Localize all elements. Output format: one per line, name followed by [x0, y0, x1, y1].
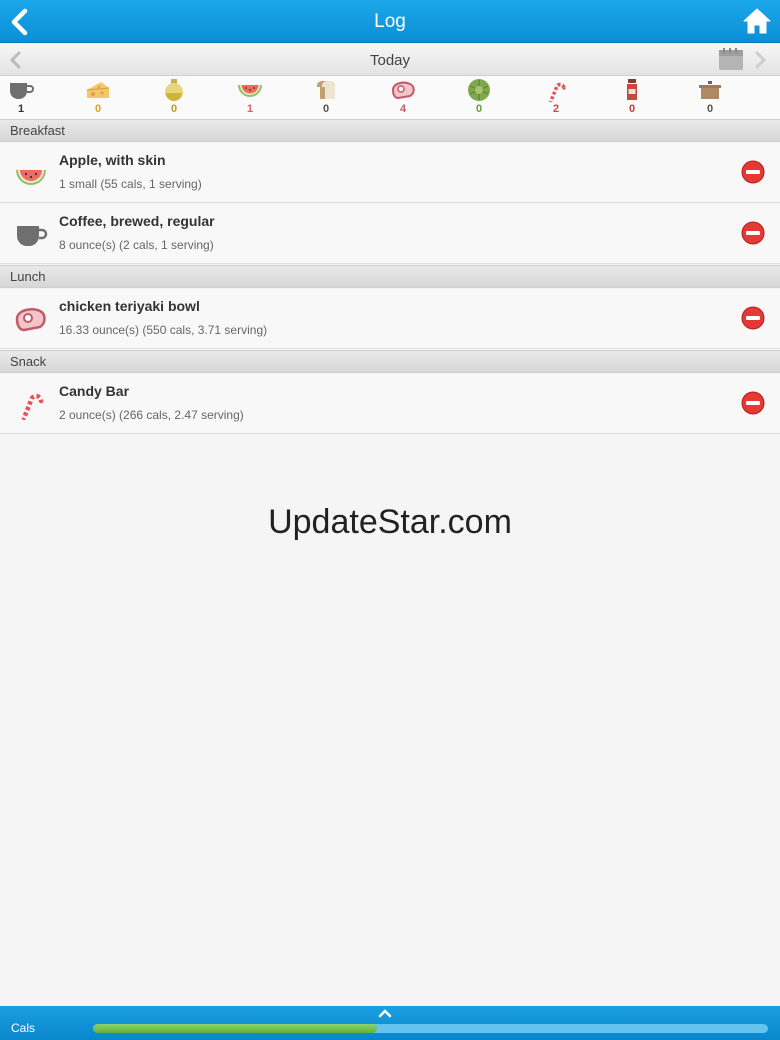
artichoke-icon: [468, 79, 490, 101]
watermark-text: UpdateStar.com: [268, 503, 512, 541]
delete-icon[interactable]: [741, 391, 765, 415]
food-group-sweets[interactable]: 2: [536, 76, 576, 120]
food-group-condiments[interactable]: 0: [612, 76, 652, 120]
log-entry-candy-bar[interactable]: Candy Bar 2 ounce(s) (266 cals, 2.47 ser…: [0, 374, 780, 434]
log-entry-coffee[interactable]: Coffee, brewed, regular 8 ounce(s) (2 ca…: [0, 204, 780, 264]
sauce-bottle-icon: [627, 79, 637, 100]
food-group-dairy[interactable]: 0: [78, 76, 118, 120]
entry-name: Coffee, brewed, regular: [59, 213, 215, 229]
log-entry-chicken-teriyaki[interactable]: chicken teriyaki bowl 16.33 ounce(s) (55…: [0, 289, 780, 349]
delete-icon[interactable]: [741, 160, 765, 184]
calendar-icon[interactable]: [718, 47, 744, 71]
food-group-oils[interactable]: 0: [154, 76, 194, 120]
entry-name: Candy Bar: [59, 383, 130, 399]
date-navigation: Today: [0, 43, 780, 76]
calorie-progress-fill: [93, 1024, 377, 1033]
delete-icon[interactable]: [741, 221, 765, 245]
food-group-summary: 1 0 0 1 0 4 0 2 0 0: [0, 76, 780, 120]
food-group-grains[interactable]: 0: [306, 76, 346, 120]
casserole-icon: [699, 81, 721, 99]
chevron-up-icon[interactable]: [377, 1007, 393, 1019]
entry-name: chicken teriyaki bowl: [59, 298, 200, 314]
count-protein: 4: [399, 103, 407, 115]
food-group-protein[interactable]: 4: [383, 76, 423, 120]
count-mixed: 0: [706, 103, 714, 115]
bread-icon: [316, 80, 336, 99]
section-title-breakfast: Breakfast: [10, 123, 65, 138]
count-vegetables: 0: [475, 103, 483, 115]
watermelon-icon: [16, 170, 46, 185]
count-sweets: 2: [552, 103, 560, 115]
section-title-snack: Snack: [10, 354, 47, 369]
entry-detail: 2 ounce(s) (266 cals, 2.47 serving): [59, 408, 244, 422]
count-condiments: 0: [628, 103, 636, 115]
entry-detail: 1 small (55 cals, 1 serving): [59, 177, 202, 191]
calorie-bar[interactable]: Cals: [0, 1006, 780, 1040]
section-header-lunch: Lunch: [0, 265, 780, 288]
count-fruits: 1: [246, 103, 254, 115]
count-oils: 0: [170, 103, 178, 115]
coffee-cup-icon: [17, 226, 48, 246]
entry-detail: 8 ounce(s) (2 cals, 1 serving): [59, 238, 214, 252]
count-dairy: 0: [94, 103, 102, 115]
chevron-right-icon[interactable]: [752, 51, 768, 69]
count-beverages: 1: [17, 103, 25, 115]
section-header-breakfast: Breakfast: [0, 119, 780, 142]
nav-bar: Log: [0, 0, 780, 43]
section-title-lunch: Lunch: [10, 269, 46, 284]
home-icon[interactable]: [742, 6, 772, 36]
date-label: Today: [369, 52, 411, 69]
food-group-fruits[interactable]: 1: [230, 76, 270, 120]
meat-icon: [391, 81, 415, 100]
log-entry-apple[interactable]: Apple, with skin 1 small (55 cals, 1 ser…: [0, 143, 780, 203]
food-group-vegetables[interactable]: 0: [459, 76, 499, 120]
meat-icon: [15, 308, 46, 332]
candy-cane-icon: [549, 82, 566, 102]
calorie-label: Cals: [11, 1021, 36, 1035]
coffee-cup-icon: [10, 83, 34, 99]
oil-bottle-icon: [165, 79, 183, 101]
watermelon-icon: [238, 85, 262, 97]
delete-icon[interactable]: [741, 306, 765, 330]
entry-detail: 16.33 ounce(s) (550 cals, 3.71 serving): [59, 323, 268, 337]
entry-name: Apple, with skin: [59, 152, 166, 168]
food-group-mixed[interactable]: 0: [690, 76, 730, 120]
section-header-snack: Snack: [0, 350, 780, 373]
count-grains: 0: [322, 103, 330, 115]
calorie-progress-track: [93, 1024, 768, 1033]
candy-cane-icon: [21, 393, 44, 420]
food-group-beverages[interactable]: 1: [1, 76, 41, 120]
page-title: Log: [374, 11, 406, 32]
cheese-icon: [86, 82, 110, 98]
